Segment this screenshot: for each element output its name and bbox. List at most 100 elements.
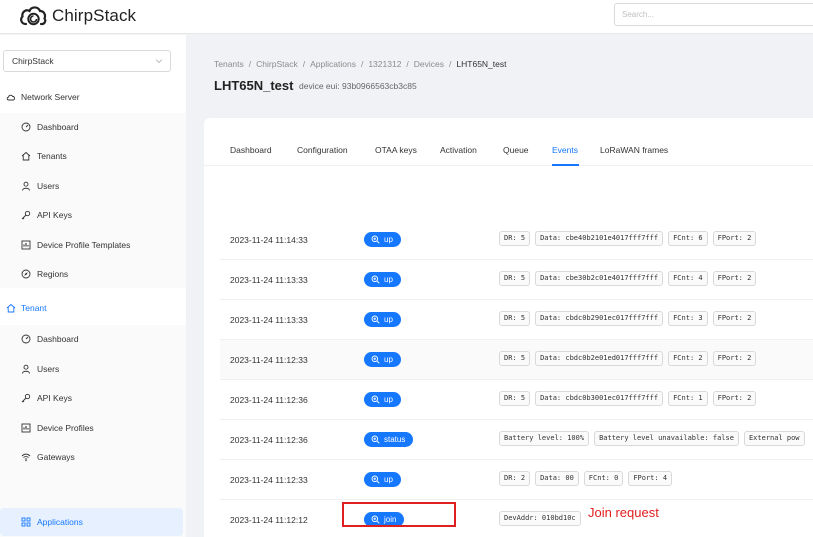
tab-configuration[interactable]: Configuration bbox=[297, 145, 348, 155]
event-fields: DevAddr: 010bd10c bbox=[499, 511, 586, 526]
table-row: 2023-11-24 11:14:33 up DR: 5 Data: cbe40… bbox=[220, 220, 813, 260]
sidebar-item-ns-dashboard[interactable]: Dashboard bbox=[0, 113, 183, 141]
top-header: ChirpStack bbox=[0, 0, 813, 34]
event-type-button[interactable]: up bbox=[364, 272, 401, 287]
event-time: 2023-11-24 11:14:33 bbox=[230, 235, 308, 245]
table-row: 2023-11-24 11:13:33 up DR: 5 Data: cbdc0… bbox=[220, 300, 813, 340]
menu-group-label: Network Server bbox=[21, 92, 80, 102]
menu-group-tenant[interactable]: Tenant bbox=[0, 295, 186, 321]
table-row: 2023-11-24 11:12:33 up DR: 2 Data: 00 FC… bbox=[220, 460, 813, 500]
chevron-down-icon bbox=[155, 59, 163, 64]
event-field: FCnt: 0 bbox=[583, 471, 624, 486]
event-type-button[interactable]: up bbox=[364, 352, 401, 367]
event-time: 2023-11-24 11:13:33 bbox=[230, 315, 308, 325]
sidebar-item-label: Device Profile Templates bbox=[37, 240, 131, 250]
active-tab-indicator bbox=[552, 164, 579, 166]
sidebar-item-applications[interactable]: Applications bbox=[0, 508, 183, 536]
tab-events[interactable]: Events bbox=[552, 145, 578, 155]
breadcrumb-devices[interactable]: Devices bbox=[414, 59, 444, 69]
sidebar-item-device-profiles[interactable]: Device Profiles bbox=[0, 414, 183, 442]
event-fields: DR: 5 Data: cbdc0b2901ec017fff7fff FCnt:… bbox=[499, 311, 761, 326]
event-type-label: up bbox=[384, 395, 393, 404]
event-field: FCnt: 1 bbox=[668, 391, 708, 406]
breadcrumb-tenant[interactable]: ChirpStack bbox=[256, 59, 298, 69]
event-field: DR: 5 bbox=[499, 311, 531, 326]
event-field: Data: 00 bbox=[535, 471, 579, 486]
breadcrumb-applications[interactable]: Applications bbox=[310, 59, 356, 69]
sidebar-item-label: Tenants bbox=[37, 151, 67, 161]
sidebar-item-device-profile-templates[interactable]: Device Profile Templates bbox=[0, 231, 183, 259]
event-type-button[interactable]: up bbox=[364, 312, 401, 327]
table-row: 2023-11-24 11:12:36 status Battery level… bbox=[220, 420, 813, 460]
dashboard-icon bbox=[21, 122, 31, 132]
sidebar-item-ns-users[interactable]: Users bbox=[0, 172, 183, 200]
event-type-label: up bbox=[384, 355, 393, 364]
table-row: 2023-11-24 11:13:33 up DR: 5 Data: cbe30… bbox=[220, 260, 813, 300]
table-row: 2023-11-24 11:12:33 up DR: 5 Data: cbdc0… bbox=[220, 340, 813, 380]
network-server-submenu: Dashboard Tenants Users API Keys Device … bbox=[0, 113, 186, 288]
sidebar-item-label: Applications bbox=[37, 517, 83, 527]
event-field: DevAddr: 010bd10c bbox=[499, 511, 581, 526]
event-fields: Battery level: 100% Battery level unavai… bbox=[499, 431, 810, 446]
sidebar-item-label: Device Profiles bbox=[37, 423, 94, 433]
sidebar: ChirpStack Network Server Dashboard Tena… bbox=[0, 35, 186, 537]
event-field: DR: 2 bbox=[499, 471, 531, 486]
sidebar-item-label: Regions bbox=[37, 269, 69, 279]
app-name: ChirpStack bbox=[52, 6, 137, 25]
tab-lorawan-frames[interactable]: LoRaWAN frames bbox=[600, 145, 668, 155]
event-field: Battery level unavailable: false bbox=[594, 431, 739, 446]
profile-icon bbox=[21, 423, 31, 433]
tenant-select[interactable]: ChirpStack bbox=[3, 50, 171, 72]
zoom-in-icon bbox=[371, 475, 380, 484]
tab-otaa-keys[interactable]: OTAA keys bbox=[375, 145, 417, 155]
search-input[interactable] bbox=[614, 3, 813, 26]
table-row: 2023-11-24 11:12:12 join DevAddr: 010bd1… bbox=[220, 500, 813, 537]
event-field: Data: cbdc0b2e01ed017fff7fff bbox=[535, 351, 664, 366]
event-field: DR: 5 bbox=[499, 271, 531, 286]
breadcrumb-current: LHT65N_test bbox=[456, 59, 507, 69]
event-type-label: up bbox=[384, 475, 393, 484]
event-type-label: up bbox=[384, 235, 393, 244]
sidebar-item-label: Gateways bbox=[37, 452, 75, 462]
event-type-button[interactable]: up bbox=[364, 232, 401, 247]
breadcrumb: Tenants / ChirpStack / Applications/1321312/… bbox=[214, 59, 507, 69]
breadcrumb-application[interactable]: 1321312 bbox=[368, 59, 401, 69]
event-fields: DR: 2 Data: 00 FCnt: 0 FPort: 4 bbox=[499, 471, 677, 486]
template-icon bbox=[21, 240, 31, 250]
sidebar-item-ns-api-keys[interactable]: API Keys bbox=[0, 201, 183, 229]
event-field: FPort: 2 bbox=[712, 271, 757, 286]
sidebar-item-tenants[interactable]: Tenants bbox=[0, 142, 183, 170]
event-type-button[interactable]: up bbox=[364, 392, 401, 407]
event-time: 2023-11-24 11:12:33 bbox=[230, 475, 308, 485]
event-time: 2023-11-24 11:12:12 bbox=[230, 515, 308, 525]
event-field: FPort: 2 bbox=[712, 391, 757, 406]
event-time: 2023-11-24 11:12:36 bbox=[230, 395, 308, 405]
event-field: Battery level: 100% bbox=[499, 431, 590, 446]
sidebar-item-tenant-users[interactable]: Users bbox=[0, 355, 183, 383]
breadcrumb-tenants[interactable]: Tenants bbox=[214, 59, 244, 69]
event-field: FPort: 4 bbox=[628, 471, 673, 486]
sidebar-item-tenant-api-keys[interactable]: API Keys bbox=[0, 384, 183, 412]
sidebar-item-label: Users bbox=[37, 181, 60, 191]
event-field: FCnt: 3 bbox=[668, 311, 708, 326]
sidebar-item-tenant-dashboard[interactable]: Dashboard bbox=[0, 325, 183, 353]
event-type-button[interactable]: status bbox=[364, 432, 414, 447]
table-row: 2023-11-24 11:12:36 up DR: 5 Data: cbdc0… bbox=[220, 380, 813, 420]
cloud-icon bbox=[6, 94, 16, 101]
menu-group-label: Tenant bbox=[21, 303, 47, 313]
tenant-submenu: Dashboard Users API Keys Device Profiles… bbox=[0, 325, 186, 537]
event-fields: DR: 5 Data: cbe30b2c01e4017fff7fff FCnt:… bbox=[499, 271, 761, 286]
event-field: FPort: 2 bbox=[712, 231, 757, 246]
tab-dashboard[interactable]: Dashboard bbox=[230, 145, 272, 155]
compass-icon bbox=[21, 269, 31, 279]
tab-queue[interactable]: Queue bbox=[503, 145, 529, 155]
event-field: FPort: 2 bbox=[712, 311, 757, 326]
tenant-select-value: ChirpStack bbox=[12, 56, 54, 66]
tab-activation[interactable]: Activation bbox=[440, 145, 477, 155]
menu-group-network-server[interactable]: Network Server bbox=[0, 84, 186, 110]
sidebar-item-gateways[interactable]: Gateways bbox=[0, 443, 183, 471]
app-logo[interactable]: ChirpStack bbox=[18, 3, 136, 29]
event-fields: DR: 5 Data: cbe40b2101e4017fff7fff FCnt:… bbox=[499, 231, 761, 246]
sidebar-item-regions[interactable]: Regions bbox=[0, 260, 183, 288]
event-type-button[interactable]: up bbox=[364, 472, 401, 487]
